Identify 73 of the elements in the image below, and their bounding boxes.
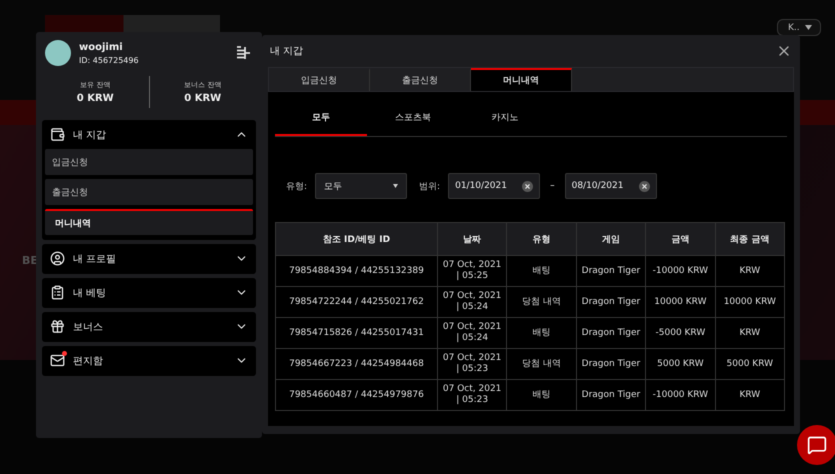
panel-title: 내 지갑 bbox=[270, 45, 304, 58]
table-cell: 5000 KRW bbox=[646, 348, 716, 380]
table-cell: 배팅 bbox=[506, 380, 576, 410]
table-cell: 07 Oct, 2021 | 05:25 bbox=[437, 256, 507, 286]
sub-tab[interactable]: 모두 bbox=[275, 100, 367, 136]
column-header: 참조 ID/베팅 ID bbox=[276, 222, 438, 256]
tab[interactable]: 머니내역 bbox=[471, 68, 572, 91]
table-cell: 79854660487 / 44254979876 bbox=[276, 380, 438, 410]
column-header: 유형 bbox=[506, 222, 576, 256]
caret-icon bbox=[393, 184, 398, 188]
table-cell: 배팅 bbox=[506, 318, 576, 348]
wallet-icon bbox=[50, 127, 65, 142]
language-selector[interactable]: K.. bbox=[777, 19, 821, 36]
table-cell: -5000 KRW bbox=[646, 318, 716, 348]
menu-icon[interactable] bbox=[236, 46, 252, 60]
column-header: 최종 금액 bbox=[715, 222, 784, 256]
column-header: 날짜 bbox=[437, 222, 507, 256]
table-cell: KRW bbox=[715, 380, 784, 410]
section-header[interactable]: 편지함 bbox=[45, 346, 253, 375]
table-cell: -10000 KRW bbox=[646, 380, 716, 410]
table-cell: 79854722244 / 44255021762 bbox=[276, 286, 438, 318]
sub-tab[interactable]: 카지노 bbox=[459, 100, 551, 136]
balance-value: 0 KRW bbox=[184, 93, 222, 104]
table-cell: 79854715826 / 44255017431 bbox=[276, 318, 438, 348]
table-cell: -10000 KRW bbox=[646, 256, 716, 286]
gift-icon bbox=[50, 319, 65, 334]
chat-button[interactable] bbox=[797, 425, 835, 465]
table-cell: KRW bbox=[715, 256, 784, 286]
column-header: 게임 bbox=[576, 222, 646, 256]
sidebar-item[interactable]: 출금신청 bbox=[45, 179, 253, 205]
date-field[interactable]: 08/10/2021 bbox=[564, 173, 657, 199]
table-cell: 07 Oct, 2021 | 05:24 bbox=[437, 318, 507, 348]
filter-label: 유형: bbox=[286, 180, 308, 192]
table-cell: 10000 KRW bbox=[646, 286, 716, 318]
clear-icon[interactable] bbox=[638, 180, 650, 192]
section-header[interactable]: 내 지갑 bbox=[45, 120, 253, 149]
user-icon bbox=[50, 251, 65, 266]
column-header: 금액 bbox=[646, 222, 716, 256]
table-cell: 79854884394 / 44255132389 bbox=[276, 256, 438, 286]
table-cell: 당첨 내역 bbox=[506, 286, 576, 318]
sidebar-item[interactable]: 머니내역 bbox=[45, 209, 253, 235]
section-header[interactable]: 보너스 bbox=[45, 312, 253, 341]
table-cell: 10000 KRW bbox=[715, 286, 784, 318]
table-cell: KRW bbox=[715, 318, 784, 348]
table-cell: 배팅 bbox=[506, 256, 576, 286]
filter-label: 범위: bbox=[419, 180, 440, 192]
table-cell: 5000 KRW bbox=[715, 348, 784, 380]
username: woojimi bbox=[79, 42, 124, 52]
caret-icon bbox=[804, 25, 812, 30]
table-cell: Dragon Tiger bbox=[576, 318, 646, 348]
table-cell: 07 Oct, 2021 | 05:23 bbox=[437, 348, 507, 380]
range-separator: – bbox=[550, 181, 555, 191]
clipboard-icon bbox=[50, 285, 65, 300]
sidebar-item[interactable]: 입금신청 bbox=[45, 149, 253, 175]
balance-value: 0 KRW bbox=[76, 93, 114, 104]
clear-icon[interactable] bbox=[522, 180, 534, 192]
avatar bbox=[45, 40, 71, 66]
table-cell: Dragon Tiger bbox=[576, 380, 646, 410]
section-header[interactable]: 내 프로필 bbox=[45, 244, 253, 273]
table-cell: 당첨 내역 bbox=[506, 348, 576, 380]
mail-icon bbox=[50, 353, 65, 368]
table-cell: Dragon Tiger bbox=[576, 286, 646, 318]
sub-tab[interactable]: 스포츠북 bbox=[367, 100, 459, 136]
table-cell: Dragon Tiger bbox=[576, 348, 646, 380]
chat-icon bbox=[807, 435, 827, 455]
section-header[interactable]: 내 베팅 bbox=[45, 278, 253, 307]
table-cell: Dragon Tiger bbox=[576, 256, 646, 286]
user-id: ID: 456725496 bbox=[79, 56, 140, 64]
table-cell: 07 Oct, 2021 | 05:23 bbox=[437, 380, 507, 410]
table-cell: 07 Oct, 2021 | 05:24 bbox=[437, 286, 507, 318]
date-field[interactable]: 01/10/2021 bbox=[448, 173, 540, 199]
table-cell: 79854667223 / 44254984468 bbox=[276, 348, 438, 380]
type-select[interactable]: 모두 bbox=[315, 173, 408, 199]
